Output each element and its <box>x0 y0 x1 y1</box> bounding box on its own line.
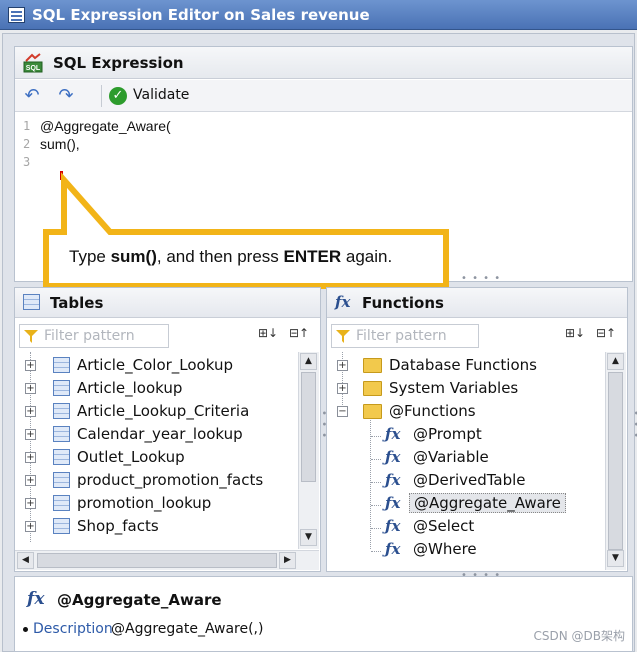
window-icon <box>8 7 25 23</box>
tree-guide <box>30 352 31 542</box>
table-icon <box>23 294 40 310</box>
expand-icon[interactable]: + <box>25 475 36 486</box>
validate-button[interactable]: ✓ Validate <box>109 85 205 107</box>
detail-title: @Aggregate_Aware <box>57 591 222 609</box>
check-icon: ✓ <box>109 87 127 105</box>
line-number: 2 <box>23 137 31 151</box>
function-icon: fx <box>27 589 45 609</box>
functions-filter-input[interactable]: Filter pattern <box>331 324 479 348</box>
line-number: 1 <box>23 119 31 133</box>
description-value: @Aggregate_Aware(,) <box>111 621 264 637</box>
code-line: sum(), <box>40 136 80 152</box>
collapse-icon[interactable]: − <box>337 406 348 417</box>
expand-icon[interactable]: + <box>25 406 36 417</box>
scroll-up-button[interactable]: ▲ <box>607 353 624 370</box>
scroll-right-button[interactable]: ▶ <box>279 552 296 569</box>
functions-header: fx Functions <box>327 288 627 318</box>
expand-icon[interactable]: + <box>25 383 36 394</box>
expand-icon[interactable]: + <box>25 429 36 440</box>
tables-panel: Tables Filter pattern ⊞↓ ⊟↑ + Article_Col… <box>14 287 321 572</box>
expand-all-icon[interactable]: ⊞↓ <box>258 326 278 340</box>
table-icon <box>53 495 70 511</box>
filter-placeholder: Filter pattern <box>44 328 135 344</box>
code-line: @Aggregate_Aware( <box>40 118 171 134</box>
table-icon <box>53 449 70 465</box>
collapse-all-icon[interactable]: ⊟↑ <box>596 326 616 340</box>
bullet-icon <box>23 627 28 632</box>
expand-icon[interactable]: + <box>25 452 36 463</box>
watermark: CSDN @DB架构 <box>533 629 625 643</box>
line-number: 3 <box>23 155 31 169</box>
sql-expression-title: SQL Expression <box>53 54 184 72</box>
function-icon: ƒx <box>385 494 401 512</box>
function-icon: ƒx <box>385 448 401 466</box>
table-icon <box>53 426 70 442</box>
validate-label: Validate <box>133 87 190 103</box>
function-icon: ƒx <box>385 471 401 489</box>
expand-icon[interactable]: + <box>25 521 36 532</box>
function-icon: ƒx <box>385 517 401 535</box>
functions-title: Functions <box>362 294 444 312</box>
filter-icon <box>336 330 350 343</box>
tables-vertical-scrollbar[interactable]: ▲ ▼ <box>298 352 319 549</box>
tables-filter-input[interactable]: Filter pattern <box>19 324 169 348</box>
expand-icon[interactable]: + <box>337 360 348 371</box>
scroll-down-button[interactable]: ▼ <box>607 550 624 567</box>
callout-shape <box>43 172 449 289</box>
svg-text:SQL: SQL <box>26 65 41 72</box>
filter-placeholder: Filter pattern <box>356 328 447 344</box>
functions-vertical-scrollbar[interactable]: ▲ ▼ <box>605 352 626 570</box>
tables-header: Tables <box>15 288 320 318</box>
collapse-all-icon[interactable]: ⊟↑ <box>289 326 309 340</box>
sql-expression-header: SQL SQL Expression <box>15 47 632 79</box>
expand-icon[interactable]: + <box>25 498 36 509</box>
callout-text: Type sum(), and then press ENTER again. <box>69 247 393 266</box>
instruction-callout: Type sum(), and then press ENTER again. <box>42 170 452 290</box>
folder-open-icon <box>363 404 382 419</box>
sql-toolbar: ↶ ↷ ✓ Validate <box>15 80 632 112</box>
table-icon <box>53 357 70 373</box>
function-icon: ƒx <box>385 540 401 558</box>
expand-icon[interactable]: + <box>337 383 348 394</box>
table-icon <box>53 472 70 488</box>
scroll-up-button[interactable]: ▲ <box>300 353 317 370</box>
undo-icon[interactable]: ↶ <box>21 85 43 107</box>
scroll-thumb[interactable] <box>37 553 277 568</box>
table-icon <box>53 403 70 419</box>
splitter-handle[interactable]: • • • • <box>461 273 501 284</box>
sql-expression-icon: SQL <box>23 53 43 73</box>
window-titlebar: SQL Expression Editor on Sales revenue <box>0 0 637 30</box>
splitter-handle[interactable]: • • • <box>630 410 637 439</box>
expand-icon[interactable]: + <box>25 360 36 371</box>
scroll-down-button[interactable]: ▼ <box>300 529 317 546</box>
folder-icon <box>363 358 382 373</box>
scroll-thumb[interactable] <box>301 372 316 482</box>
scroll-thumb[interactable] <box>608 372 623 550</box>
folder-icon <box>363 381 382 396</box>
window-title: SQL Expression Editor on Sales revenue <box>32 6 370 24</box>
description-label: Description <box>33 621 113 637</box>
table-icon <box>53 518 70 534</box>
table-icon <box>53 380 70 396</box>
tables-title: Tables <box>50 294 104 312</box>
functions-panel: fx Functions Filter pattern ⊞↓ ⊟↑ + Datab… <box>326 287 628 572</box>
toolbar-separator <box>101 85 102 107</box>
filter-icon <box>24 330 38 343</box>
tables-horizontal-scrollbar[interactable]: ◀ ▶ <box>15 550 319 570</box>
scroll-left-button[interactable]: ◀ <box>17 552 34 569</box>
expand-all-icon[interactable]: ⊞↓ <box>565 326 585 340</box>
function-icon: fx <box>335 293 351 311</box>
redo-icon[interactable]: ↷ <box>55 85 77 107</box>
function-icon: ƒx <box>385 425 401 443</box>
